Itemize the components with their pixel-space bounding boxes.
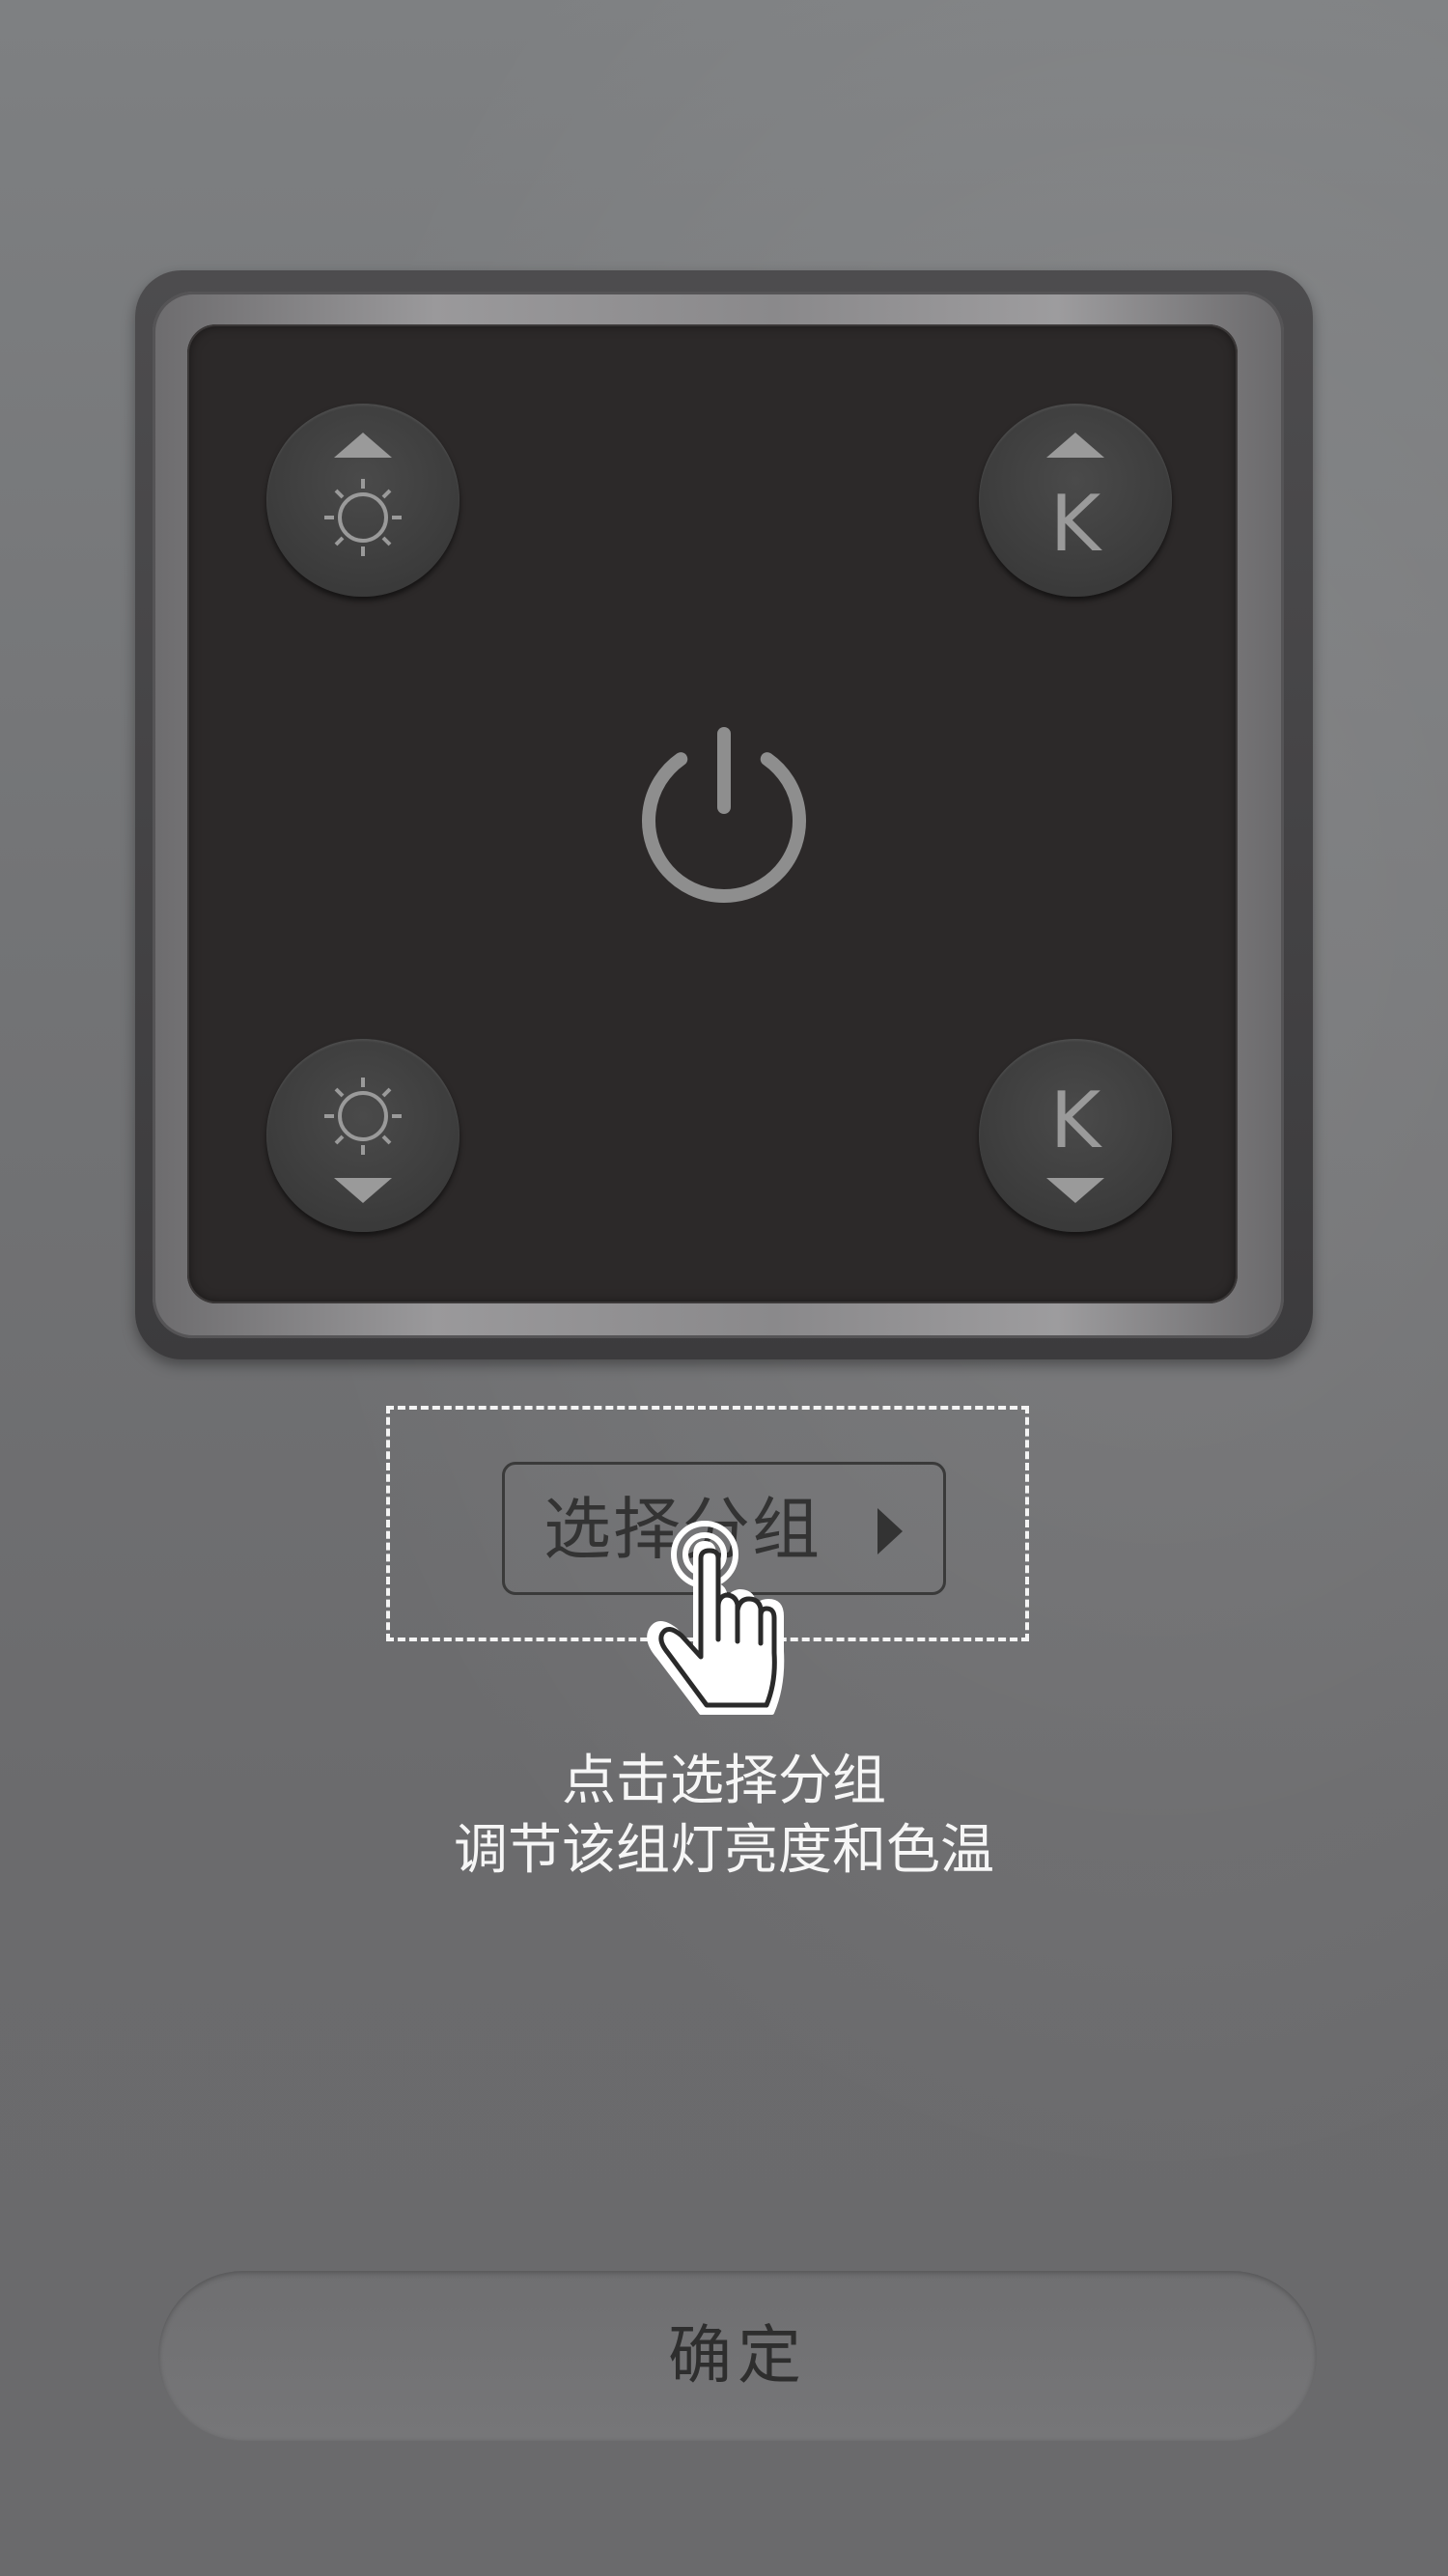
instruction-line-1: 点击选择分组 xyxy=(562,1750,886,1812)
brightness-up-icon xyxy=(324,433,402,556)
brightness-up-button[interactable] xyxy=(266,404,459,597)
triangle-right-icon xyxy=(877,1508,903,1554)
color-temp-down-icon: K xyxy=(1046,1076,1104,1203)
confirm-button[interactable]: 确定 xyxy=(158,2271,1317,2441)
temp-letter-up: K xyxy=(1050,479,1103,569)
confirm-label: 确定 xyxy=(668,2318,807,2393)
tap-hand-icon xyxy=(647,1521,785,1715)
temp-letter-down: K xyxy=(1050,1076,1103,1165)
brightness-down-icon xyxy=(324,1078,402,1203)
instruction-line-2: 调节该组灯亮度和色温 xyxy=(454,1819,994,1882)
color-temp-up-button[interactable]: K xyxy=(979,404,1172,597)
brightness-down-button[interactable] xyxy=(266,1039,459,1232)
power-icon xyxy=(642,727,806,903)
color-temp-down-button[interactable]: K xyxy=(979,1039,1172,1232)
power-button[interactable] xyxy=(627,714,821,908)
color-temp-up-icon: K xyxy=(1046,433,1104,569)
